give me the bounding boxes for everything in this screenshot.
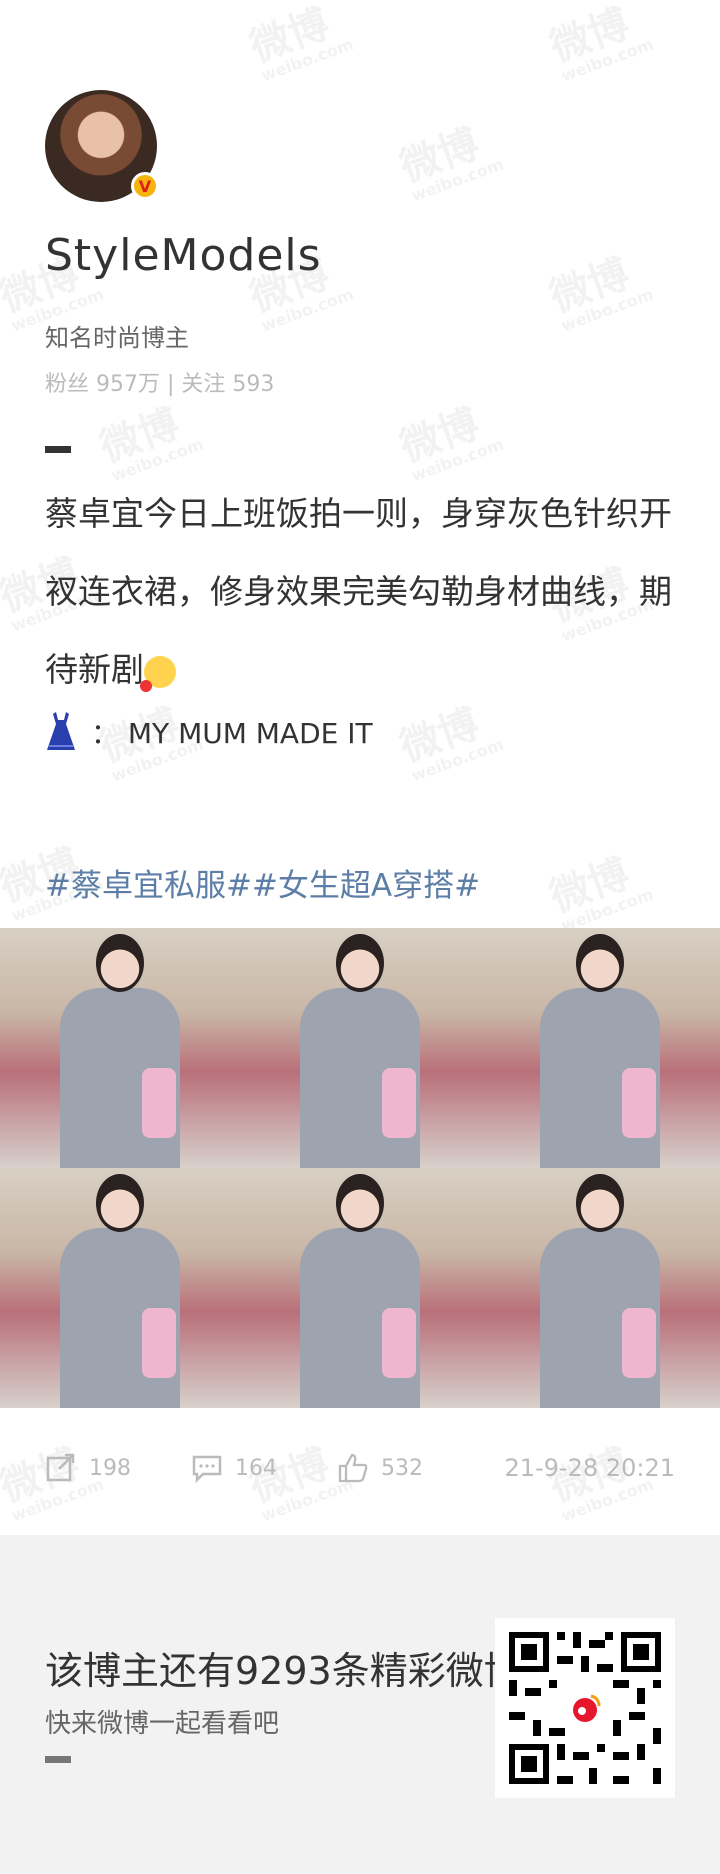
photo-thumbnail[interactable] (240, 928, 480, 1168)
post-body: 蔡卓宜今日上班饭拍一则，身穿灰色针织开衩连衣裙，修身效果完美勾勒身材曲线，期待新… (45, 494, 672, 689)
like-icon (338, 1453, 368, 1483)
dress-icon (47, 712, 75, 750)
repost-count: 198 (89, 1455, 131, 1481)
watermark: 微博 weibo.com (544, 850, 657, 936)
like-button[interactable]: 532 (337, 1453, 423, 1483)
watermark: 微博 weibo.com (394, 400, 507, 486)
credit-label: ： MY MUM MADE IT (91, 717, 373, 750)
photo-grid (0, 928, 720, 1408)
comment-count: 164 (235, 1455, 277, 1481)
watermark: 微博 weibo.com (244, 0, 357, 86)
photo-thumbnail[interactable] (0, 928, 240, 1168)
watermark: 微博 weibo.com (94, 400, 207, 486)
divider (45, 446, 71, 453)
follower-stats: 粉丝 957万 | 关注 593 (45, 372, 275, 397)
photo-thumbnail[interactable] (240, 1168, 480, 1408)
promo-text: 该博主还有9293条精彩微博 (45, 1649, 522, 1693)
post-text: 蔡卓宜今日上班饭拍一则，身穿灰色针织开衩连衣裙，修身效果完美勾勒身材曲线，期待新… (45, 475, 675, 709)
photo-thumbnail[interactable] (480, 1168, 720, 1408)
avatar[interactable]: V (45, 90, 159, 202)
user-bio: 知名时尚博主 (45, 324, 189, 352)
outfit-credit: ： MY MUM MADE IT (45, 710, 373, 754)
repost-button[interactable]: 198 (45, 1453, 131, 1483)
share-icon (46, 1453, 75, 1482)
hashtags[interactable]: #蔡卓宜私服##女生超A穿搭# (45, 860, 480, 905)
footer-divider (45, 1756, 71, 1763)
photo-thumbnail[interactable] (480, 928, 720, 1168)
blush-emoji-icon (140, 655, 176, 692)
footer-promo: 该博主还有9293条精彩微博 快来微博一起看看吧 (0, 1535, 720, 1874)
qr-code[interactable] (495, 1618, 675, 1798)
watermark: 微博 weibo.com (544, 0, 657, 86)
verified-badge-icon: V (131, 172, 159, 200)
promo-subtext: 快来微博一起看看吧 (45, 1709, 280, 1739)
post-timestamp: 21-9-28 20:21 (504, 1454, 675, 1482)
like-count: 532 (381, 1455, 423, 1481)
watermark: 微博 weibo.com (394, 120, 507, 206)
profile-header: V (45, 90, 159, 202)
comment-button[interactable]: 164 (191, 1453, 277, 1483)
qr-code-graphic (495, 1618, 675, 1798)
username[interactable]: StyleModels (45, 230, 322, 281)
photo-thumbnail[interactable] (0, 1168, 240, 1408)
comment-icon (192, 1455, 222, 1483)
action-bar: 198 164 532 21-9-28 20:21 (45, 1448, 675, 1488)
watermark: 微博 weibo.com (544, 250, 657, 336)
